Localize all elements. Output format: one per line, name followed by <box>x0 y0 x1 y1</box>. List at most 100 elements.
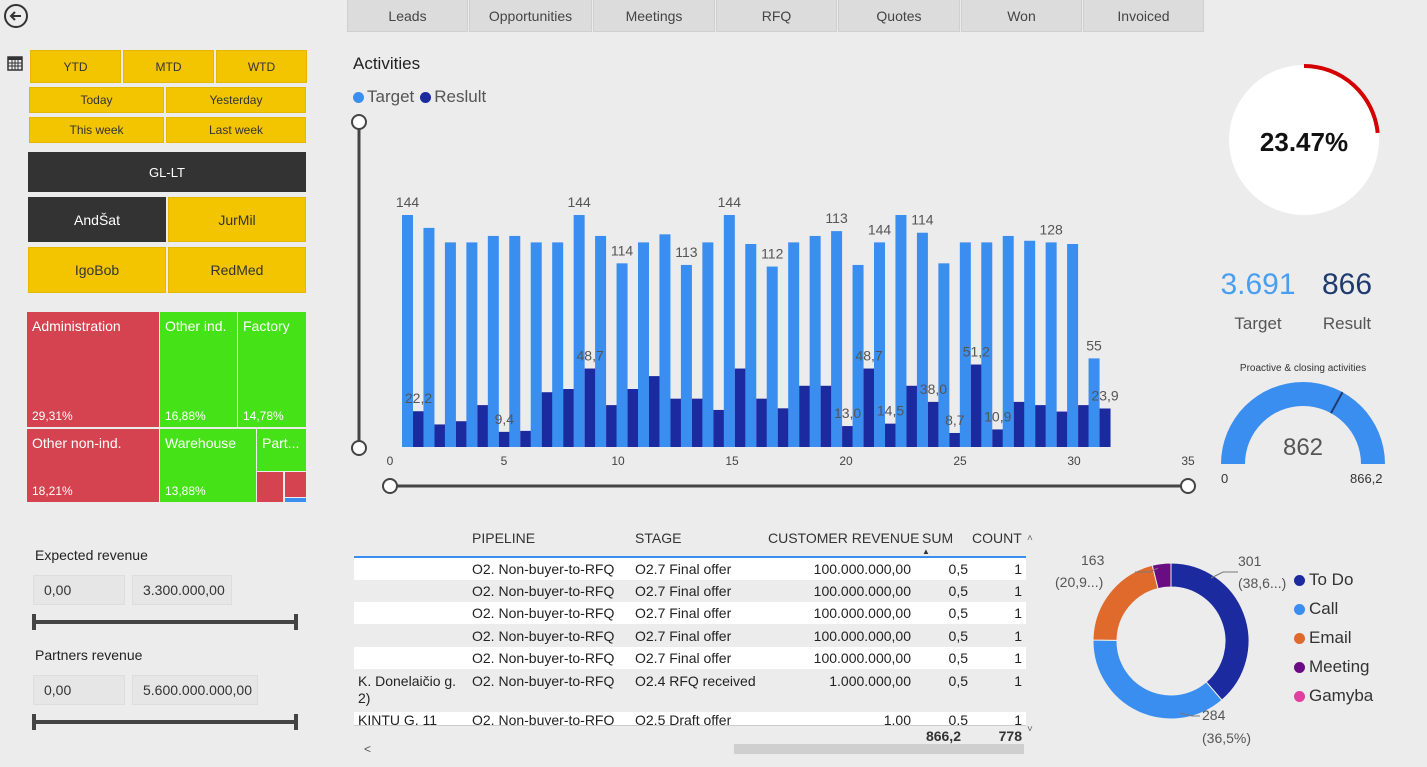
bar-result[interactable] <box>1035 405 1047 447</box>
bar-target[interactable] <box>595 235 607 447</box>
bar-result[interactable] <box>413 411 424 447</box>
treemap-other-ind[interactable]: Other ind. 16,88% <box>160 312 237 427</box>
expected-revenue-max-input[interactable]: 3.300.000,00 <box>132 575 232 605</box>
slider-handle-max[interactable] <box>294 614 298 630</box>
tab-quotes[interactable]: Quotes <box>838 0 960 32</box>
bar-target[interactable] <box>745 244 757 447</box>
slider-handle-left[interactable] <box>382 478 398 494</box>
col-header-sum[interactable]: SUM <box>922 530 953 546</box>
legend-item-target[interactable]: Target <box>353 87 414 107</box>
bar-result[interactable] <box>649 376 660 447</box>
bar-result[interactable] <box>799 385 811 447</box>
legend-item-todo[interactable]: To Do <box>1294 570 1373 590</box>
bar-target[interactable] <box>616 263 628 447</box>
col-header-customer-revenue[interactable]: CUSTOMER REVENUE <box>768 530 919 546</box>
bar-result[interactable] <box>691 398 703 447</box>
yesterday-button[interactable]: Yesterday <box>166 87 306 113</box>
tab-won[interactable]: Won <box>961 0 1082 32</box>
bar-result[interactable] <box>1056 411 1068 447</box>
bar-result[interactable] <box>777 408 789 447</box>
tab-rfq[interactable]: RFQ <box>716 0 837 32</box>
bar-result[interactable] <box>885 423 896 447</box>
bar-target[interactable] <box>402 215 413 447</box>
table-row[interactable]: O2. Non-buyer-to-RFQ O2.7 Final offer 100.… <box>354 625 1026 647</box>
wtd-button[interactable]: WTD <box>216 50 307 83</box>
horizontal-scrollbar[interactable] <box>734 744 1024 754</box>
table-row[interactable]: O2. Non-buyer-to-RFQ O2.7 Final offer 100.… <box>354 602 1026 624</box>
legend-item-gamyba[interactable]: Gamyba <box>1294 686 1373 706</box>
bar-result[interactable] <box>734 368 746 447</box>
bar-target[interactable] <box>788 242 800 447</box>
bar-target[interactable] <box>680 264 692 447</box>
bar-result[interactable] <box>670 398 682 447</box>
bar-result[interactable] <box>906 385 918 447</box>
tab-meetings[interactable]: Meetings <box>593 0 715 32</box>
table-row[interactable]: K. Donelaičio g. O2. Non-buyer-to-RFQ O2.4… <box>354 670 1026 708</box>
bar-result[interactable] <box>970 364 982 447</box>
partners-revenue-min-input[interactable]: 0,00 <box>33 675 125 705</box>
today-button[interactable]: Today <box>29 87 164 113</box>
bar-target[interactable] <box>809 235 821 447</box>
table-row[interactable]: O2. Non-buyer-to-RFQ O2.7 Final offer 100.… <box>354 647 1026 669</box>
person-button-igobob[interactable]: IgoBob <box>28 247 166 293</box>
bar-target[interactable] <box>766 266 778 447</box>
bar-result[interactable] <box>992 429 1004 447</box>
treemap-partners[interactable]: Part... <box>257 429 306 471</box>
treemap-cell-small[interactable] <box>285 472 306 497</box>
bar-target[interactable] <box>444 242 456 447</box>
slider-handle-max[interactable] <box>294 714 298 730</box>
mtd-button[interactable]: MTD <box>123 50 214 83</box>
slider-handle-right[interactable] <box>1180 478 1196 494</box>
legend-item-result[interactable]: Reslult <box>420 87 486 107</box>
bar-target[interactable] <box>423 227 435 447</box>
treemap-cell-small[interactable] <box>285 498 306 502</box>
table-row[interactable]: O2. Non-buyer-to-RFQ O2.7 Final offer 100.… <box>354 558 1026 580</box>
bar-target[interactable] <box>1067 244 1079 447</box>
bar-result[interactable] <box>498 431 510 447</box>
treemap-other-non-ind[interactable]: Other non-ind. 18,21% <box>27 429 159 502</box>
bar-result[interactable] <box>756 398 768 447</box>
table-row[interactable]: O2. Non-buyer-to-RFQ O2.7 Final offer 100.… <box>354 580 1026 602</box>
bar-result[interactable] <box>584 368 596 447</box>
bar-result[interactable] <box>563 389 575 447</box>
partners-revenue-slider[interactable] <box>33 720 297 724</box>
slider-handle-min[interactable] <box>32 714 36 730</box>
bar-result[interactable] <box>713 409 725 447</box>
bar-result[interactable] <box>606 405 618 447</box>
bar-target[interactable] <box>573 215 585 447</box>
this-week-button[interactable]: This week <box>29 117 164 143</box>
tab-opportunities[interactable]: Opportunities <box>469 0 592 32</box>
bar-result[interactable] <box>520 430 532 447</box>
bar-target[interactable] <box>530 242 542 447</box>
calendar-icon[interactable] <box>7 55 23 76</box>
col-header-count[interactable]: COUNT <box>972 530 1022 546</box>
col-header-pipeline[interactable]: PIPELINE <box>472 530 535 546</box>
bar-result[interactable] <box>1013 401 1025 447</box>
person-button-andsat[interactable]: AndŠat <box>28 197 166 242</box>
bar-result[interactable] <box>455 421 467 447</box>
scroll-down-icon[interactable]: ˅ <box>1027 724 1037 735</box>
bar-result[interactable] <box>842 426 854 447</box>
legend-item-call[interactable]: Call <box>1294 599 1373 619</box>
person-button-jurmil[interactable]: JurMil <box>168 197 306 242</box>
bar-result[interactable] <box>477 405 489 447</box>
bar-result[interactable] <box>627 389 639 447</box>
last-week-button[interactable]: Last week <box>166 117 306 143</box>
bar-result[interactable] <box>927 401 939 447</box>
bar-target[interactable] <box>552 242 564 447</box>
back-button[interactable] <box>4 4 28 28</box>
legend-item-meeting[interactable]: Meeting <box>1294 657 1373 677</box>
ytd-button[interactable]: YTD <box>30 50 121 83</box>
expected-revenue-min-input[interactable]: 0,00 <box>33 575 125 605</box>
bar-result[interactable] <box>434 424 446 447</box>
treemap-factory[interactable]: Factory 14,78% <box>238 312 306 427</box>
col-header-stage[interactable]: STAGE <box>635 530 681 546</box>
bar-target[interactable] <box>702 242 714 447</box>
treemap-cell-small[interactable] <box>257 472 283 502</box>
slider-handle-min[interactable] <box>32 614 36 630</box>
slider-handle-top[interactable] <box>351 114 367 130</box>
bar-result[interactable] <box>541 392 553 447</box>
bar-target[interactable] <box>916 232 928 447</box>
legend-item-email[interactable]: Email <box>1294 628 1373 648</box>
table-row[interactable]: KINTU G. 11 O2. Non-buyer-to-RFQ O2.5 Draf… <box>354 712 1026 726</box>
